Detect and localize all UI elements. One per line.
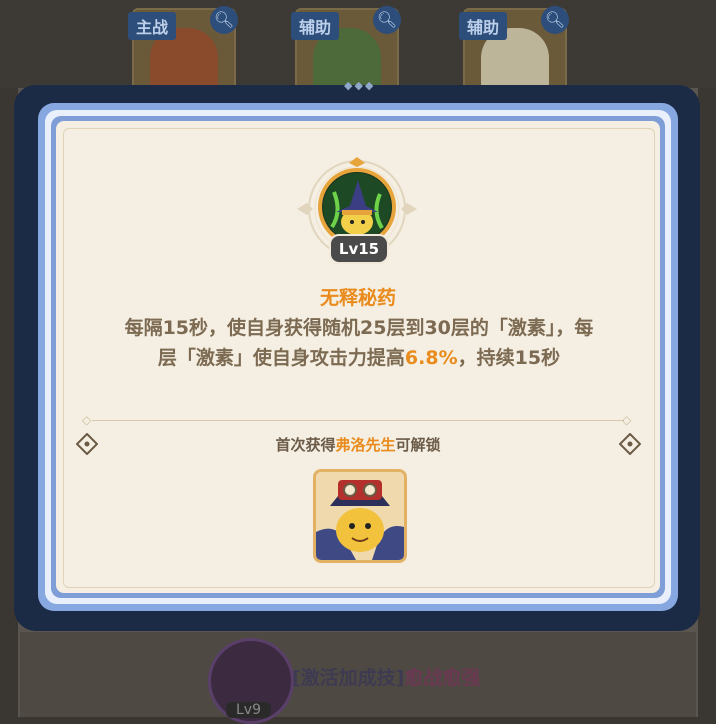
search-icon[interactable]: 🔍︎	[541, 6, 569, 34]
slot-tag: 辅助	[459, 12, 508, 40]
unlock-hero-card[interactable]	[313, 469, 407, 563]
team-slot-support-2[interactable]: 辅助 🔍︎	[459, 6, 569, 92]
slot-tag: 主战	[128, 12, 177, 40]
hero-portrait-icon	[316, 472, 404, 560]
team-slots-row: 主战 🔍︎ 辅助 🔍︎ 辅助 🔍︎	[0, 0, 716, 92]
bonus-skill-text: [激活加成技]愈战愈强	[292, 663, 480, 690]
divider-end-icon: ◇	[82, 413, 92, 427]
desc-text: 层「激素」使自身攻击力提高	[157, 347, 405, 369]
team-slot-main[interactable]: 主战 🔍︎	[128, 6, 238, 92]
frame-ornament-icon: ◆◆◆	[344, 79, 376, 92]
unlock-prefix: 首次获得	[275, 436, 336, 454]
unlock-suffix: 可解锁	[395, 436, 441, 454]
divider-end-icon: ◇	[622, 413, 632, 427]
bonus-skill-prefix: [激活加成技]	[292, 667, 405, 689]
search-icon[interactable]: 🔍︎	[373, 6, 401, 34]
skill-name: 无释秘药	[319, 287, 396, 309]
section-divider	[92, 420, 624, 421]
slot-tag: 辅助	[291, 12, 340, 40]
search-icon[interactable]: 🔍︎	[210, 6, 238, 34]
skill-level-badge: Lv15	[329, 234, 389, 264]
witch-hat-character-icon	[323, 173, 391, 241]
bonus-skill-level: Lv9	[226, 702, 271, 718]
unlock-hero-name: 弗洛先生	[335, 436, 396, 454]
desc-text: ，持续15秒	[457, 347, 561, 369]
skill-description: 每隔15秒，使自身获得随机25层到30层的「激素」，每 层「激素」使自身攻击力提…	[74, 313, 644, 373]
unlock-condition: 首次获得弗洛先生可解锁	[0, 434, 716, 455]
bonus-skill-name: 愈战愈强	[404, 667, 481, 689]
skill-description-line-1: 每隔15秒，使自身获得随机25层到30层的「激素」，每	[124, 317, 594, 339]
skill-description-line-2: 层「激素」使自身攻击力提高6.8%，持续15秒	[74, 343, 644, 373]
desc-value: 6.8%	[404, 347, 458, 369]
